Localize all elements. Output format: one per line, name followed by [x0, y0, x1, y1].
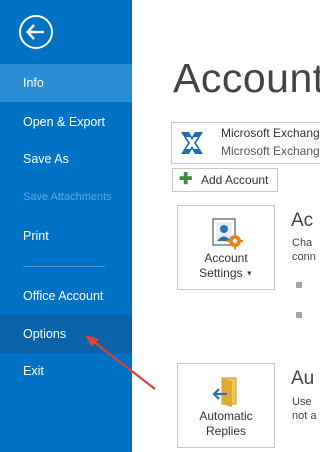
automatic-replies-heading: Au [291, 368, 315, 389]
back-button[interactable] [18, 14, 54, 50]
account-settings-icon [212, 218, 243, 250]
sidebar-divider [23, 266, 105, 267]
account-settings-button[interactable]: Account Settings ▼ [177, 205, 275, 290]
sidebar-item-save-as[interactable]: Save As [0, 140, 132, 178]
sidebar-item-options[interactable]: Options [0, 315, 132, 353]
automatic-replies-label-2: Replies [205, 424, 247, 438]
sidebar-item-exit[interactable]: Exit [0, 352, 132, 390]
account-settings-desc-2: conn [292, 251, 316, 263]
sidebar-item-save-attachments: Save Attachments [23, 191, 112, 203]
sidebar-item-info[interactable]: Info [0, 64, 132, 102]
account-settings-label-1: Account [204, 251, 248, 265]
sidebar-item-office-account[interactable]: Office Account [0, 277, 132, 315]
page-title: Account [173, 55, 320, 101]
account-settings-desc-1: Cha [292, 237, 313, 249]
automatic-replies-label-1: Automatic [199, 409, 253, 423]
account-type: Microsoft Exchange [221, 144, 320, 158]
automatic-replies-desc-1: Use [292, 396, 312, 408]
bullet-2 [296, 312, 302, 318]
account-settings-heading: Ac [291, 210, 314, 231]
back-arrow-icon [19, 15, 53, 49]
automatic-replies-icon [212, 377, 237, 407]
chevron-down-icon: ▼ [245, 270, 253, 278]
account-name: Microsoft Exchange [221, 126, 320, 140]
add-account-label: Add Account [201, 173, 269, 187]
account-selector[interactable]: Microsoft Exchange Microsoft Exchange [171, 122, 320, 164]
automatic-replies-button[interactable]: Automatic Replies [177, 363, 275, 448]
sidebar-item-open-export[interactable]: Open & Export [0, 103, 132, 141]
backstage-sidebar: Info Open & Export Save As Save Attachme… [0, 0, 132, 452]
bullet-1 [296, 282, 302, 288]
add-account-button[interactable]: ✚ Add Account [172, 168, 278, 192]
sidebar-item-print[interactable]: Print [0, 217, 132, 255]
exchange-icon [179, 130, 205, 156]
plus-icon: ✚ [179, 171, 193, 188]
account-settings-label-2: Settings ▼ [199, 266, 253, 280]
automatic-replies-desc-2: not a [292, 410, 317, 422]
